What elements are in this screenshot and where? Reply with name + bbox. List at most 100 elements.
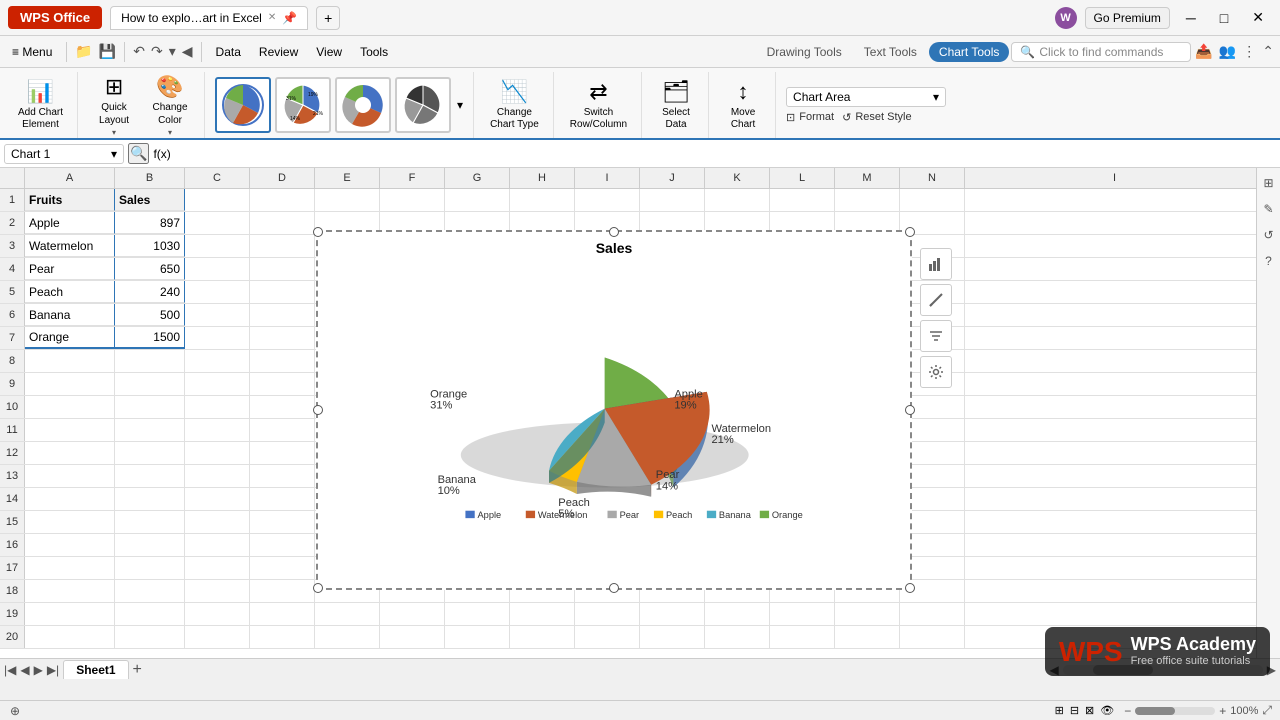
- cell-D10[interactable]: [250, 396, 315, 418]
- cell-C13[interactable]: [185, 465, 250, 487]
- col-header-b[interactable]: B: [115, 168, 185, 188]
- fullscreen-btn[interactable]: ⤢: [1262, 703, 1272, 718]
- quick-layout-arrow[interactable]: ▾: [112, 128, 116, 137]
- document-tab[interactable]: How to explo…art in Excel ✕ 📌: [110, 6, 308, 30]
- cell-C19[interactable]: [185, 603, 250, 625]
- cell-L1[interactable]: [770, 189, 835, 211]
- last-sheet-btn[interactable]: ▶|: [47, 663, 59, 677]
- search-box[interactable]: 🔍 Click to find commands: [1011, 42, 1191, 62]
- cell-A18[interactable]: [25, 580, 115, 602]
- cell-F1[interactable]: [380, 189, 445, 211]
- col-header-j[interactable]: J: [640, 168, 705, 188]
- menu-data[interactable]: Data: [208, 41, 249, 63]
- wps-logo-button[interactable]: WPS Office: [8, 6, 102, 29]
- col-header-n[interactable]: N: [900, 168, 965, 188]
- pie-chart-svg[interactable]: Apple 19% Watermelon 21% Pear 14% Peach …: [334, 260, 894, 520]
- cell-D19[interactable]: [250, 603, 315, 625]
- cell-B7[interactable]: 1500: [115, 327, 185, 349]
- cell-A1[interactable]: Fruits: [25, 189, 115, 211]
- reset-style-button[interactable]: ↺ Reset Style: [842, 111, 911, 124]
- cell-D5[interactable]: [250, 281, 315, 303]
- prev-sheet-btn[interactable]: ◀: [20, 663, 29, 677]
- cell-B3[interactable]: 1030: [115, 235, 185, 257]
- resize-handle-tc[interactable]: [609, 227, 619, 237]
- cell-C4[interactable]: [185, 258, 250, 280]
- move-chart-button[interactable]: ↕ MoveChart: [719, 75, 767, 135]
- save-button[interactable]: 💾: [97, 41, 118, 62]
- cell-C8[interactable]: [185, 350, 250, 372]
- cell-D9[interactable]: [250, 373, 315, 395]
- cell-G20[interactable]: [445, 626, 510, 648]
- cell-B20[interactable]: [115, 626, 185, 648]
- status-plus-button[interactable]: ⊕: [8, 702, 22, 720]
- read-mode-btn[interactable]: 👁: [1098, 704, 1116, 717]
- col-header-h[interactable]: H: [510, 168, 575, 188]
- format-button[interactable]: ⊡ Format: [786, 111, 834, 124]
- cell-C3[interactable]: [185, 235, 250, 257]
- cell-J19[interactable]: [640, 603, 705, 625]
- cell-D17[interactable]: [250, 557, 315, 579]
- cell-A6[interactable]: Banana: [25, 304, 115, 326]
- cell-B2[interactable]: 897: [115, 212, 185, 234]
- first-sheet-btn[interactable]: |◀: [4, 663, 16, 677]
- chart-style-4[interactable]: [395, 77, 451, 133]
- menu-toggle-button[interactable]: ≡ Menu: [4, 41, 60, 63]
- cell-C12[interactable]: [185, 442, 250, 464]
- cell-B19[interactable]: [115, 603, 185, 625]
- zoom-out-btn[interactable]: −: [1124, 704, 1131, 718]
- cell-C5[interactable]: [185, 281, 250, 303]
- change-color-button[interactable]: 🎨 Change Color ▾: [144, 72, 196, 139]
- cell-C2[interactable]: [185, 212, 250, 234]
- collaborate-button[interactable]: 👥: [1217, 41, 1238, 62]
- chart-style-3[interactable]: [335, 77, 391, 133]
- cell-C20[interactable]: [185, 626, 250, 648]
- cell-C10[interactable]: [185, 396, 250, 418]
- formula-input[interactable]: [175, 145, 1276, 163]
- cell-A12[interactable]: [25, 442, 115, 464]
- zoom-in-btn[interactable]: +: [1219, 704, 1226, 718]
- chart-style-2[interactable]: 19% 21% 14% 31%: [275, 77, 331, 133]
- cell-D18[interactable]: [250, 580, 315, 602]
- col-header-a[interactable]: A: [25, 168, 115, 188]
- cell-E20[interactable]: [315, 626, 380, 648]
- col-header-i[interactable]: I: [575, 168, 640, 188]
- quick-layout-button[interactable]: ⊞ Quick Layout ▾: [88, 72, 140, 139]
- chart-tool-data-button[interactable]: [920, 248, 952, 280]
- chart-tool-edit-button[interactable]: [920, 284, 952, 316]
- col-header-m[interactable]: M: [835, 168, 900, 188]
- cell-D4[interactable]: [250, 258, 315, 280]
- cell-B9[interactable]: [115, 373, 185, 395]
- col-header-c[interactable]: C: [185, 168, 250, 188]
- cell-D16[interactable]: [250, 534, 315, 556]
- cell-D13[interactable]: [250, 465, 315, 487]
- cell-A9[interactable]: [25, 373, 115, 395]
- add-sheet-button[interactable]: +: [133, 661, 142, 679]
- menu-tools[interactable]: Tools: [352, 41, 396, 63]
- switch-row-col-button[interactable]: ⇄ SwitchRow/Column: [564, 75, 633, 135]
- chart-overlay[interactable]: Sales Apple: [316, 230, 912, 590]
- cell-A14[interactable]: [25, 488, 115, 510]
- cell-A17[interactable]: [25, 557, 115, 579]
- col-header-k[interactable]: K: [705, 168, 770, 188]
- right-panel-btn-4[interactable]: ?: [1259, 250, 1278, 272]
- page-break-btn[interactable]: ⊠: [1083, 704, 1096, 717]
- cell-G1[interactable]: [445, 189, 510, 211]
- col-header-d[interactable]: D: [250, 168, 315, 188]
- cell-A16[interactable]: [25, 534, 115, 556]
- cell-M20[interactable]: [835, 626, 900, 648]
- change-chart-type-button[interactable]: 📉 ChangeChart Type: [484, 75, 545, 135]
- right-panel-btn-1[interactable]: ⊞: [1259, 172, 1278, 194]
- cell-C1[interactable]: [185, 189, 250, 211]
- cell-B13[interactable]: [115, 465, 185, 487]
- close-button[interactable]: ✕: [1244, 5, 1272, 30]
- cell-A15[interactable]: [25, 511, 115, 533]
- tab-drawing-tools[interactable]: Drawing Tools: [757, 42, 852, 62]
- page-view-btn[interactable]: ⊟: [1068, 704, 1081, 717]
- cell-N19[interactable]: [900, 603, 965, 625]
- cell-B5[interactable]: 240: [115, 281, 185, 303]
- cell-B10[interactable]: [115, 396, 185, 418]
- cell-C15[interactable]: [185, 511, 250, 533]
- cell-K20[interactable]: [705, 626, 770, 648]
- cell-B17[interactable]: [115, 557, 185, 579]
- cell-D8[interactable]: [250, 350, 315, 372]
